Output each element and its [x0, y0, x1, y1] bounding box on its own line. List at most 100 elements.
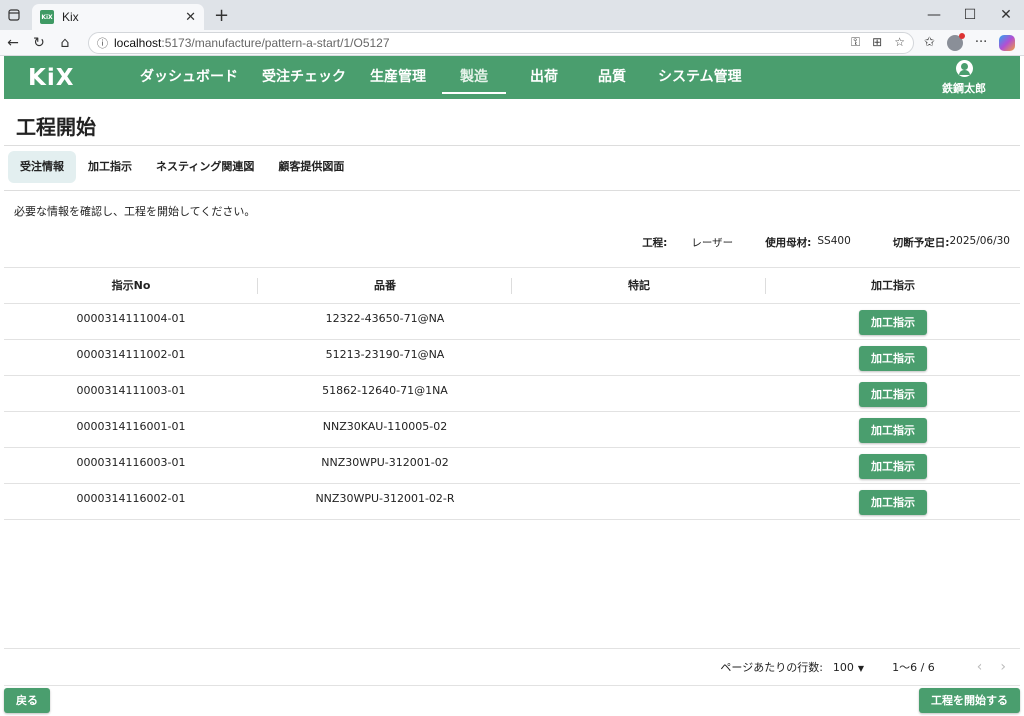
cell-part: NNZ30WPU-312001-02-R — [315, 492, 455, 505]
tab-work-instruction[interactable]: 加工指示 — [76, 151, 144, 183]
rows-per-page-label: ページあたりの行数: — [720, 661, 823, 674]
cell-no: 0000314111002-01 — [76, 348, 186, 361]
table-row: 0000314111004-01 12322-43650-71@NA 加工指示 — [4, 304, 1020, 340]
back-button[interactable]: 戻る — [4, 688, 50, 713]
new-tab-icon[interactable]: + — [214, 5, 229, 26]
page-title: 工程開始 — [16, 115, 96, 139]
home-icon[interactable]: ⌂ — [52, 35, 78, 51]
nav-system[interactable]: システム管理 — [646, 56, 754, 99]
process-value: レーザー — [691, 237, 734, 249]
notice-text: 必要な情報を確認し、工程を開始してください。 — [14, 205, 256, 218]
favorite-star-icon[interactable]: ☆ — [894, 35, 905, 50]
cell-action: 加工指示 — [766, 448, 1020, 483]
cell-part: 51862-12640-71@1NA — [322, 384, 448, 397]
user-name: 鉄鋼太郎 — [942, 82, 986, 95]
reload-icon[interactable]: ↻ — [26, 35, 52, 51]
cell-no: 0000314116003-01 — [76, 456, 186, 469]
work-instruction-button[interactable]: 加工指示 — [859, 418, 927, 443]
tab-order-info[interactable]: 受注情報 — [8, 151, 76, 183]
app-header: KiX ダッシュボード 受注チェック 生産管理 製造 出荷 品質 システム管理 … — [4, 56, 1020, 99]
copilot-icon[interactable] — [999, 34, 1016, 51]
cut-date-label: 切断予定日: — [892, 237, 950, 249]
url-field[interactable]: ⓘ localhost :5173/manufacture/pattern-a-… — [88, 31, 914, 54]
nav-production[interactable]: 生産管理 — [358, 56, 438, 99]
cell-action: 加工指示 — [766, 340, 1020, 375]
table-row: 0000314116003-01 NNZ30WPU-312001-02 加工指示 — [4, 448, 1020, 484]
column-header-action[interactable]: 加工指示 — [766, 268, 1020, 303]
back-icon[interactable]: ← — [0, 35, 26, 51]
site-info-icon[interactable]: ⓘ — [97, 35, 108, 51]
more-icon[interactable]: ··· — [975, 35, 987, 50]
favorites-icon[interactable]: ✩ — [924, 35, 935, 50]
nav-quality[interactable]: 品質 — [578, 56, 646, 99]
rows-per-page-value: 100 — [832, 660, 854, 674]
prev-page-icon[interactable]: ‹ — [977, 659, 983, 675]
address-bar-row: ← ↻ ⌂ ⓘ localhost :5173/manufacture/patt… — [0, 30, 1024, 56]
nav-manufacture[interactable]: 製造 — [438, 56, 510, 99]
cell-no: 0000314111003-01 — [76, 384, 186, 397]
cell-action: 加工指示 — [766, 376, 1020, 411]
kix-favicon-icon: KiX — [40, 10, 54, 24]
main-nav: ダッシュボード 受注チェック 生産管理 製造 出荷 品質 システム管理 — [128, 56, 754, 99]
column-header-part[interactable]: 品番 — [258, 268, 512, 303]
maximize-icon[interactable]: ☐ — [952, 0, 988, 30]
nav-shipping[interactable]: 出荷 — [510, 56, 578, 99]
work-instruction-button[interactable]: 加工指示 — [859, 490, 927, 515]
user-icon — [955, 60, 973, 77]
browser-titlebar: KiX Kix ✕ + — ☐ ✕ — [0, 0, 1024, 30]
cell-no: 0000314111004-01 — [76, 312, 186, 325]
nav-dashboard[interactable]: ダッシュボード — [128, 56, 250, 99]
process-label: 工程: — [642, 237, 668, 249]
cell-note — [512, 412, 766, 447]
cell-action: 加工指示 — [766, 484, 1020, 519]
table-row: 0000314111002-01 51213-23190-71@NA 加工指示 — [4, 340, 1020, 376]
cell-note — [512, 304, 766, 339]
close-window-icon[interactable]: ✕ — [988, 0, 1024, 30]
key-icon[interactable]: ⚿ — [851, 35, 860, 50]
cell-note — [512, 448, 766, 483]
table-row: 0000314116001-01 NNZ30KAU-110005-02 加工指示 — [4, 412, 1020, 448]
tab-close-icon[interactable]: ✕ — [185, 10, 196, 25]
app-available-icon[interactable]: ⊞ — [872, 35, 882, 50]
start-process-button[interactable]: 工程を開始する — [919, 688, 1020, 713]
next-page-icon[interactable]: › — [1000, 659, 1006, 675]
column-header-note[interactable]: 特記 — [512, 268, 766, 303]
work-instruction-button[interactable]: 加工指示 — [859, 346, 927, 371]
tab-title: Kix — [62, 10, 79, 24]
tab-customer-drawings[interactable]: 顧客提供図面 — [266, 151, 356, 183]
user-menu[interactable]: 鉄鋼太郎 — [942, 60, 986, 96]
material-value: SS400 — [817, 235, 851, 247]
work-instruction-button[interactable]: 加工指示 — [859, 454, 927, 479]
profile-avatar-icon[interactable] — [946, 32, 965, 51]
cell-action: 加工指示 — [766, 304, 1020, 339]
order-table: 指示No 品番 特記 加工指示 0000314111004-01 12322-4… — [4, 267, 1020, 520]
work-instruction-button[interactable]: 加工指示 — [859, 310, 927, 335]
page-range: 1〜6 / 6 — [892, 661, 935, 674]
caret-down-icon: ▼ — [857, 663, 865, 673]
column-header-no[interactable]: 指示No — [4, 268, 258, 303]
table-pagination: ページあたりの行数: 100 ▼ 1〜6 / 6 ‹ › — [4, 648, 1020, 686]
minimize-icon[interactable]: — — [916, 0, 952, 30]
divider — [4, 145, 1020, 146]
cell-note — [512, 484, 766, 519]
table-header: 指示No 品番 特記 加工指示 — [4, 268, 1020, 304]
table-row: 0000314116002-01 NNZ30WPU-312001-02-R 加工… — [4, 484, 1020, 520]
cell-no: 0000314116002-01 — [76, 492, 186, 505]
browser-tab[interactable]: KiX Kix ✕ — [32, 4, 204, 30]
material-label: 使用母材: — [765, 237, 812, 249]
window-controls: — ☐ ✕ — [916, 0, 1024, 30]
nav-order-check[interactable]: 受注チェック — [250, 56, 358, 99]
cell-note — [512, 376, 766, 411]
rows-per-page-select[interactable]: 100 ▼ — [833, 661, 864, 674]
cell-part: NNZ30WPU-312001-02 — [321, 456, 449, 469]
process-meta: 工程: レーザー 使用母材: SS400 切断予定日: 2025/06/30 — [0, 221, 1024, 267]
tab-nesting-drawings[interactable]: ネスティング関連図 — [144, 151, 266, 183]
work-instruction-button[interactable]: 加工指示 — [859, 382, 927, 407]
url-path: :5173/manufacture/pattern-a-start/1/O512… — [161, 35, 390, 50]
tab-actions-icon[interactable] — [0, 9, 28, 21]
cell-note — [512, 340, 766, 375]
cut-date-value: 2025/06/30 — [949, 235, 1010, 247]
kix-logo[interactable]: KiX — [28, 65, 108, 91]
cell-part: NNZ30KAU-110005-02 — [322, 420, 448, 433]
url-host: localhost — [114, 35, 162, 50]
